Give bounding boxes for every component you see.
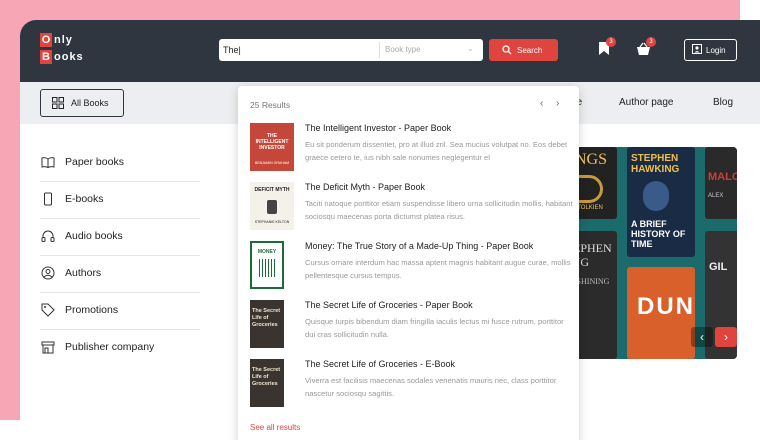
search-divider [379,42,380,58]
sidebar-item-label: E-books [65,193,104,205]
book-cover-thumbnail: DEFICIT MYTH STEPHANIE KELTON [250,182,294,230]
sidebar-item-label: Promotions [65,304,119,316]
search-result-item[interactable]: The Secret Life of Groceries The Secret … [250,359,570,415]
bookmark-button[interactable]: 3 [598,37,618,61]
banner-cover-title: DUNE [637,293,695,320]
logo-text-top: nly [54,34,73,46]
book-cover-thumbnail: THE INTELLIGENT INVESTOR BENJAMIN GRAHAM [250,123,294,171]
banner-book-cover[interactable]: MALC ALEX [705,147,737,219]
sidebar-item-authors[interactable]: Authors [40,255,200,293]
search-result-item[interactable]: DEFICIT MYTH STEPHANIE KELTON The Defici… [250,182,573,238]
logo-text-bottom: ooks [54,51,84,63]
result-title: The Secret Life of Groceries - E-Book [305,359,456,369]
login-label: Login [706,46,726,55]
banner-cover-subtitle: A BRIEF HISTORY OF TIME [631,219,686,249]
logo[interactable]: O nly B ooks [40,33,100,67]
book-cover-thumbnail: The Secret Life of Groceries [250,300,284,348]
result-description: Quisque turpis bibendum diam fringilla i… [305,317,564,339]
result-title: The Secret Life of Groceries - Paper Boo… [305,300,473,310]
grid-icon [52,97,64,109]
portrait-graphic [643,181,669,211]
search-results-dropdown: 25 Results ‹ › THE INTELLIGENT INVESTOR … [238,86,579,440]
login-button[interactable]: Login [684,39,737,61]
sidebar-item-promotions[interactable]: Promotions [40,292,200,330]
search-result-item[interactable]: THE INTELLIGENT INVESTOR BENJAMIN GRAHAM… [250,123,570,179]
thumb-author: STEPHANIE KELTON [254,220,290,224]
thumb-title: DEFICIT MYTH [254,187,290,193]
sidebar-item-label: Publisher company [65,341,155,353]
result-description: Eu sit ponderum dissentiet, pro at illud… [305,140,568,162]
banner-cover-title: MALC [708,171,737,183]
banner-cover-author: ALEX [708,193,724,199]
search-button-label: Search [517,46,543,55]
result-title: The Deficit Myth - Paper Book [305,182,426,192]
sidebar-item-e-books[interactable]: E-books [40,181,200,219]
open-book-icon [41,157,55,169]
storefront-icon [41,341,55,354]
results-count: 25 Results [250,100,291,110]
figure-graphic [267,200,277,214]
user-icon [692,44,702,54]
cart-button[interactable]: 3 [636,37,656,61]
chevron-left-icon[interactable]: ‹ [540,98,543,109]
banner-next-button[interactable]: › [715,327,737,347]
sidebar-item-publisher-company[interactable]: Publisher company [40,329,200,366]
logo-letter-o: O [40,33,52,47]
search-button[interactable]: Search [489,39,558,61]
tag-icon [41,303,55,317]
book-cover-thumbnail: MONEY [250,241,284,289]
banner-prev-button[interactable]: ‹ [691,327,713,347]
nav-link-blog[interactable]: Blog [713,97,733,108]
banner-book-cover[interactable]: DUNE [627,267,695,359]
cart-count-badge: 3 [646,37,656,47]
bookmark-count-badge: 3 [606,37,616,47]
top-bar: O nly B ooks Book type ⌄ Search 3 [20,20,760,82]
phone-icon [44,192,52,206]
search-result-item[interactable]: The Secret Life of Groceries The Secret … [250,300,570,356]
thumb-title: THE INTELLIGENT INVESTOR [255,133,289,151]
search-input[interactable] [223,41,373,59]
headphones-icon [41,230,55,242]
result-title: The Intelligent Investor - Paper Book [305,123,452,133]
chevron-right-icon[interactable]: › [556,98,559,109]
see-all-results-link[interactable]: See all results [250,423,300,432]
book-cover-thumbnail: The Secret Life of Groceries [250,359,284,407]
sidebar-item-audio-books[interactable]: Audio books [40,218,200,256]
thumb-title: The Secret Life of Groceries [252,308,281,328]
sidebar-item-paper-books[interactable]: Paper books [40,144,200,182]
user-circle-icon [41,266,55,280]
banner-cover-title: STEPHEN HAWKING [631,153,680,175]
sidebar-item-label: Authors [65,267,102,279]
app-window: O nly B ooks Book type ⌄ Search 3 [20,20,760,440]
result-title: Money: The True Story of a Made-Up Thing… [305,241,534,251]
thumb-title: The Secret Life of Groceries [252,367,281,387]
thumb-title: MONEY [257,249,277,255]
result-description: Taciti natoque porttitor etiam suspendis… [305,199,573,221]
all-books-button[interactable]: All Books [40,89,124,117]
banner-cover-title: GIL [709,261,728,273]
logo-letter-b: B [40,50,52,64]
result-description: Viverra est facilisis maecenas sodales v… [305,376,557,398]
search-icon [502,45,512,55]
all-books-label: All Books [71,98,109,108]
search-result-item[interactable]: MONEY Money: The True Story of a Made-Up… [250,241,571,297]
promo-banner: RINGS J.R.R. TOLKIEN STEPHEN HAWKING A B… [557,147,737,359]
result-description: Cursus ornare interdum hac massa aptent … [305,258,571,280]
sidebar-item-label: Paper books [65,156,124,168]
book-type-select[interactable]: Book type [385,45,421,54]
banner-book-cover[interactable]: STEPHEN HAWKING A BRIEF HISTORY OF TIME [627,147,695,257]
pattern-graphic [259,259,275,277]
thumb-author: BENJAMIN GRAHAM [254,161,290,165]
search-bar: Book type ⌄ [219,39,483,61]
chevron-down-icon[interactable]: ⌄ [467,44,474,53]
sidebar-item-label: Audio books [65,230,123,242]
nav-link-author-page[interactable]: Author page [619,97,674,108]
